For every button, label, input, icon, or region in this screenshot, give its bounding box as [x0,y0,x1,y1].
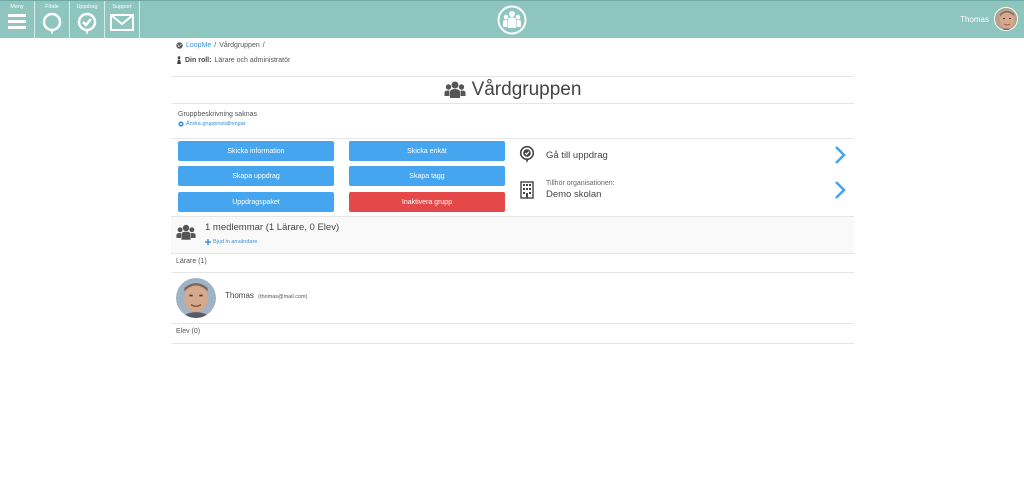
nav-menu-button[interactable]: Meny [0,1,35,39]
mission-package-button[interactable]: Uppdragspaket [178,192,334,212]
breadcrumb-current: Vårdgruppen [219,42,260,49]
nav-missions-button[interactable]: Uppdrag [70,1,105,39]
loopme-logo-icon[interactable] [497,5,527,35]
building-icon [518,181,536,199]
role-value: Lärare och administratör [214,56,291,64]
user-name[interactable]: Thomas [960,15,989,24]
top-bar: Meny Flöde Uppdrag Support Thomas [0,0,1024,39]
plus-icon [205,239,211,245]
organisation-name: Demo skolan [546,189,602,200]
members-group-icon [176,224,196,240]
nav-feed-label: Flöde [45,4,59,10]
group-title: Vårdgruppen [171,77,854,102]
globe-icon [176,42,183,49]
create-mission-button[interactable]: Skapa uppdrag [178,166,334,186]
teachers-header: Lärare (1) [176,258,207,265]
nav-support-label: Support [112,4,132,10]
divider [171,343,854,344]
members-summary: 1 medlemmar (1 Lärare, 0 Elev) [205,222,340,233]
divider [171,253,854,254]
chevron-right-icon [835,181,846,199]
role-label: Din roll: [185,56,212,64]
hamburger-icon [8,14,26,29]
send-information-button[interactable]: Skicka information [178,141,334,161]
divider [171,323,854,324]
breadcrumb-separator: / [262,42,265,49]
member-entry[interactable]: Thomas (thomas@mail.com) [225,291,307,300]
nav-menu-label: Meny [10,4,24,10]
person-icon [177,56,181,64]
group-icon [444,81,466,98]
group-description: Gruppbeskrivning saknas [178,111,257,118]
breadcrumb: LoopMe / Vårdgruppen / [176,42,265,49]
invite-users-label: Bjud in användare [213,239,258,245]
divider [171,103,854,104]
change-group-settings-label: Ändra gruppinställningar [186,121,246,127]
member-avatar[interactable] [176,278,216,318]
send-survey-button[interactable]: Skicka enkät [349,141,505,161]
invite-users-link[interactable]: Bjud in användare [205,239,257,245]
member-email: (thomas@mail.com) [258,294,308,300]
goto-missions-label: Gå till uppdrag [546,149,608,161]
avatar-photo-icon [176,278,216,318]
students-header: Elev (0) [176,328,201,335]
divider [171,138,854,139]
organisation-row[interactable]: Tillhör organisationen: Demo skolan [518,178,854,202]
deactivate-group-button[interactable]: Inaktivera grupp [349,192,505,212]
goto-missions-row[interactable]: Gå till uppdrag [518,143,854,167]
nav-missions-label: Uppdrag [76,4,98,10]
gear-icon [178,121,184,127]
member-name: Thomas [225,291,254,300]
breadcrumb-root-link[interactable]: LoopMe [186,42,211,49]
speech-bubble-icon [42,12,62,35]
mission-check-icon [77,12,97,35]
organisation-label: Tillhör organisationen: [546,180,615,187]
breadcrumb-separator: / [214,42,217,49]
role-info: Din roll: Lärare och administratör [176,56,290,64]
avatar-photo-icon [995,8,1017,30]
nav-support-button[interactable]: Support [105,1,140,39]
nav-feed-button[interactable]: Flöde [35,1,70,39]
organisation-info: Tillhör organisationen: Demo skolan [536,180,615,200]
divider [171,272,854,273]
main-nav: Meny Flöde Uppdrag Support [0,1,140,39]
group-description-block: Gruppbeskrivning saknas Ändra gruppinstä… [178,111,257,127]
change-group-settings-link[interactable]: Ändra gruppinställningar [178,121,257,127]
envelope-icon [110,14,134,31]
user-avatar[interactable] [994,7,1018,31]
chevron-right-icon [835,146,846,164]
mission-pin-icon [518,146,536,164]
create-tag-button[interactable]: Skapa tagg [349,166,505,186]
group-title-text: Vårdgruppen [471,78,582,100]
